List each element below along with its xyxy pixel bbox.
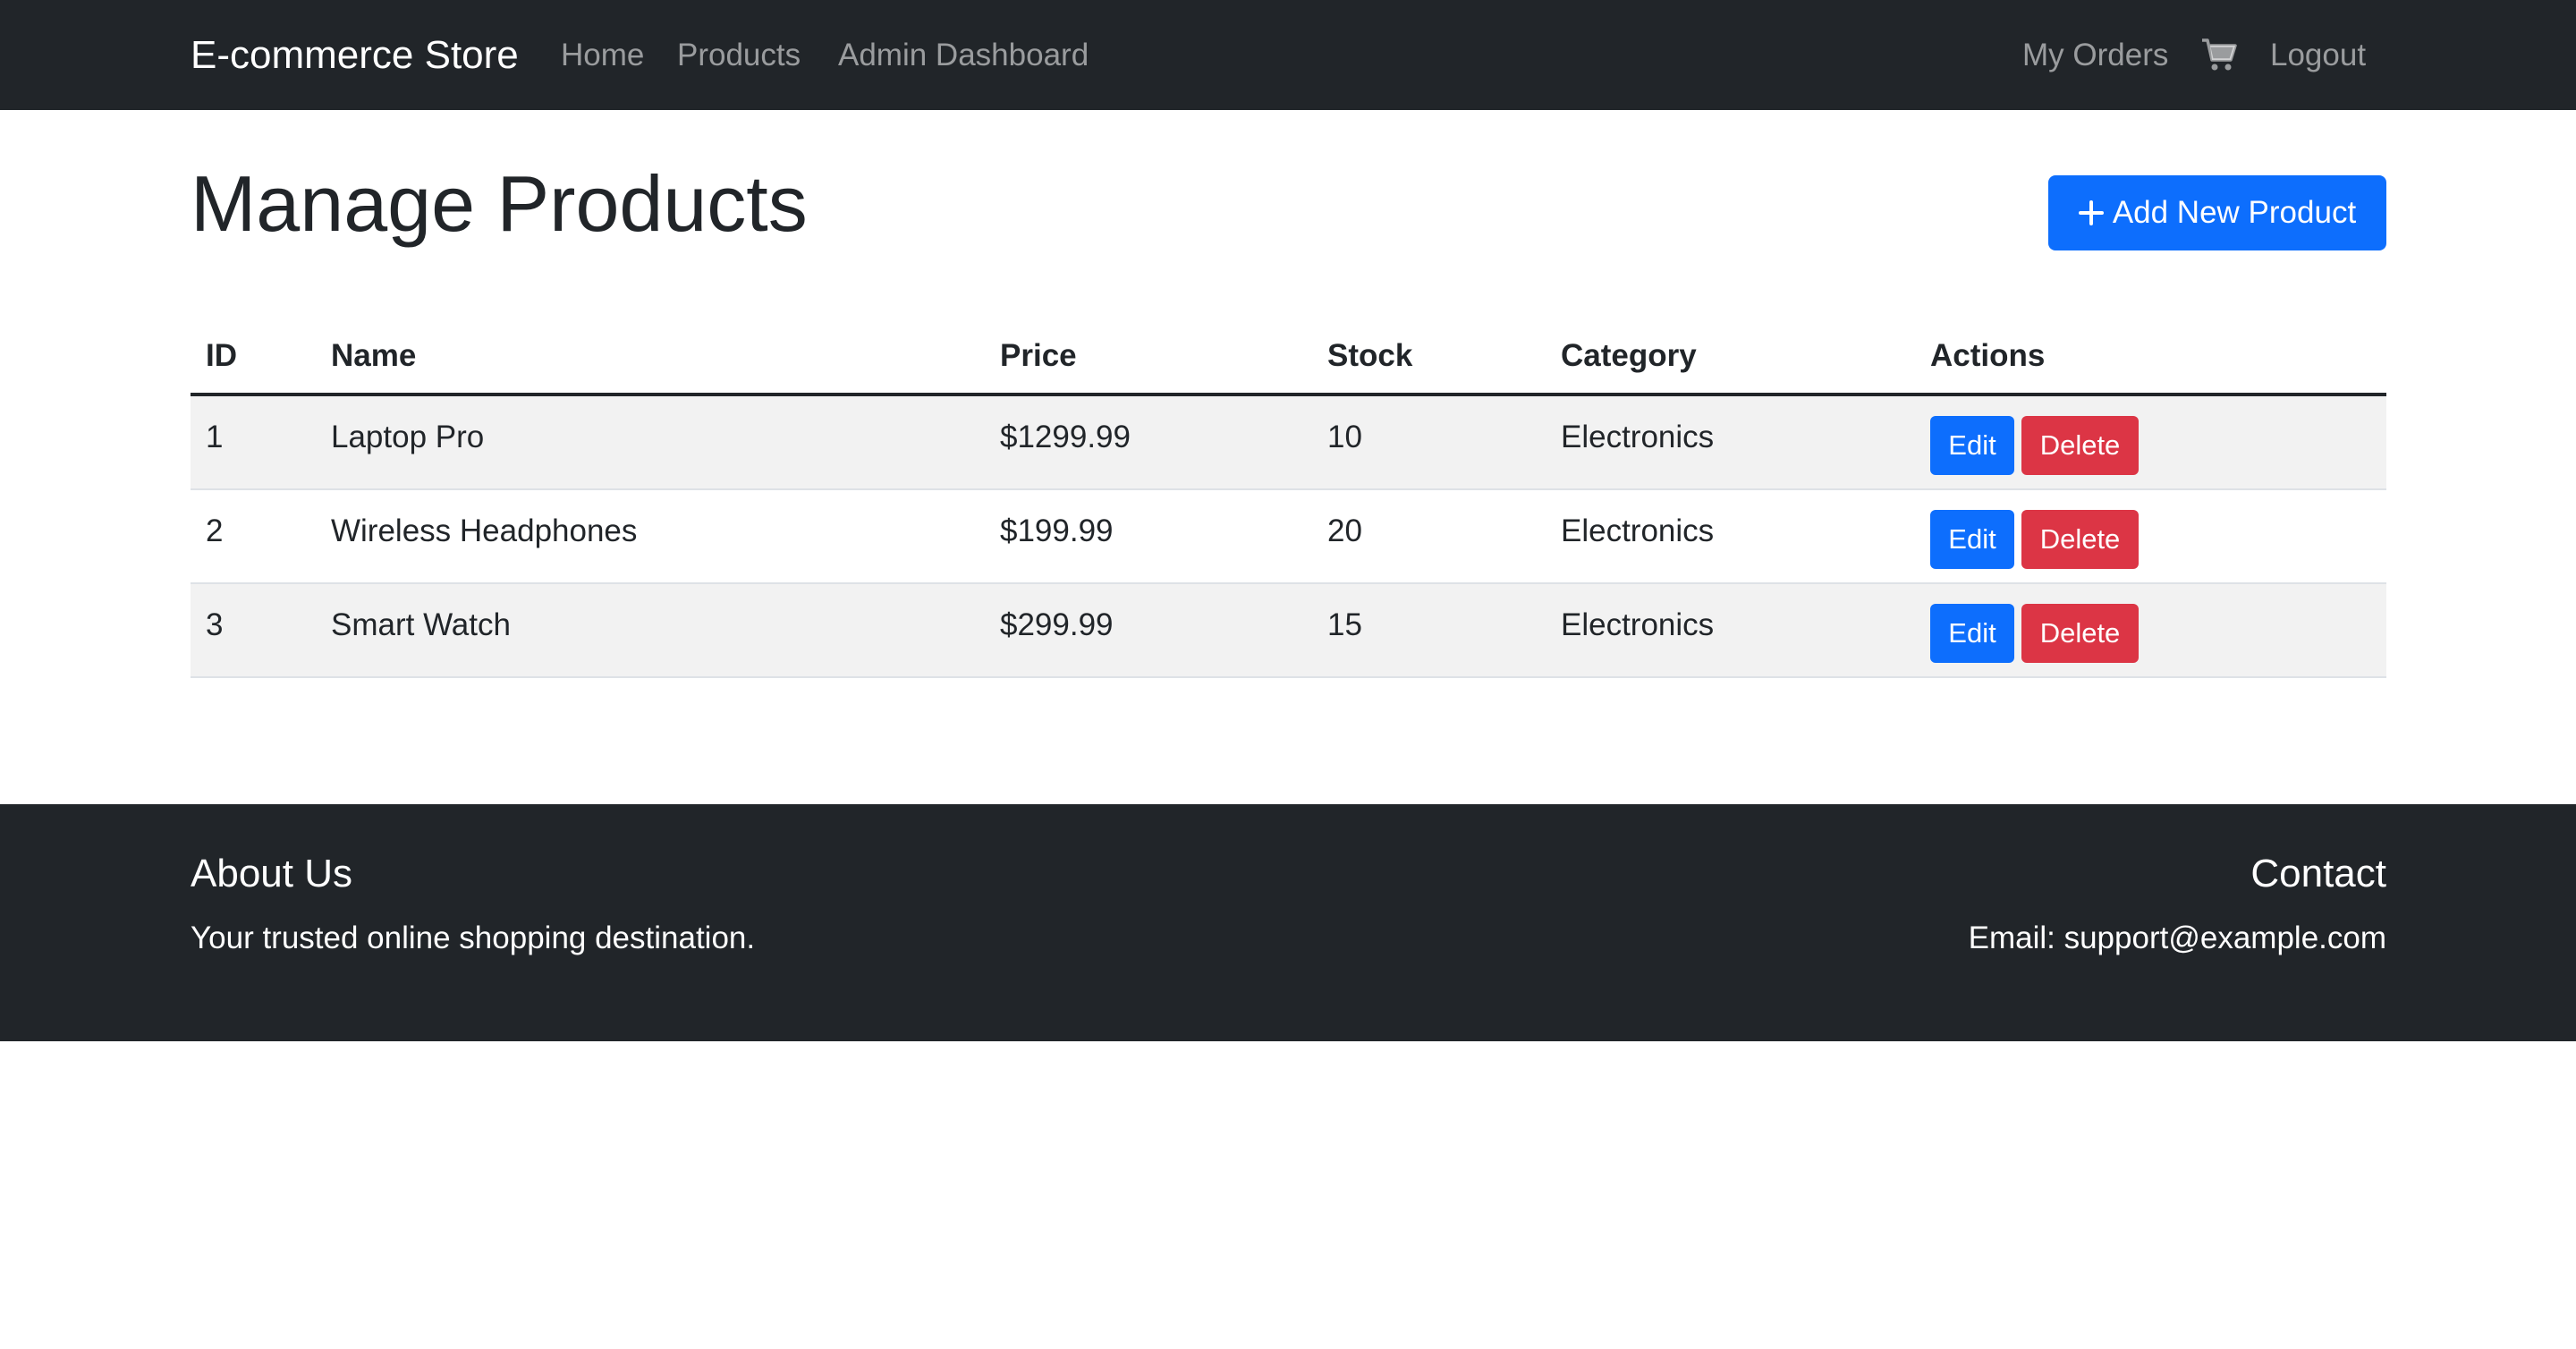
delete-button[interactable]: Delete <box>2021 510 2139 569</box>
add-new-product-label: Add New Product <box>2112 195 2357 230</box>
table-row: 3 Smart Watch $299.99 15 Electronics Edi… <box>191 584 2386 678</box>
header-category: Category <box>1561 338 1697 373</box>
nav-link-logout[interactable]: Logout <box>2270 34 2366 77</box>
cell-name: Laptop Pro <box>331 420 485 454</box>
delete-button[interactable]: Delete <box>2021 416 2139 475</box>
footer-about-title: About Us <box>191 852 352 895</box>
cell-stock: 10 <box>1327 420 1362 454</box>
navbar: E-commerce Store Home Products Admin Das… <box>0 0 2576 110</box>
cart-icon[interactable] <box>2200 37 2238 72</box>
header-stock: Stock <box>1327 338 1413 373</box>
products-table: ID Name Price Stock Category Actions 1 L… <box>191 322 2386 678</box>
nav-link-admin-dashboard[interactable]: Admin Dashboard <box>838 34 1089 77</box>
edit-button[interactable]: Edit <box>1930 604 2014 663</box>
header-name: Name <box>331 338 417 373</box>
cell-stock: 15 <box>1327 607 1362 642</box>
plus-icon <box>2078 200 2104 225</box>
add-new-product-button[interactable]: Add New Product <box>2048 175 2386 250</box>
cell-id: 3 <box>206 607 224 642</box>
cell-price: $1299.99 <box>1000 420 1131 454</box>
cell-price: $299.99 <box>1000 607 1114 642</box>
header-actions: Actions <box>1930 338 2046 373</box>
nav-link-my-orders[interactable]: My Orders <box>2022 34 2168 77</box>
edit-button[interactable]: Edit <box>1930 416 2014 475</box>
footer-about-text: Your trusted online shopping destination… <box>191 921 756 955</box>
nav-link-products[interactable]: Products <box>677 34 801 77</box>
cell-price: $199.99 <box>1000 513 1114 548</box>
table-header: ID Name Price Stock Category Actions <box>191 322 2386 396</box>
cell-category: Electronics <box>1561 420 1715 454</box>
cell-id: 1 <box>206 420 224 454</box>
cell-name: Wireless Headphones <box>331 513 638 548</box>
footer-contact-email: Email: support@example.com <box>1968 921 2386 955</box>
footer-contact-title: Contact <box>2250 852 2386 895</box>
delete-button[interactable]: Delete <box>2021 604 2139 663</box>
cell-category: Electronics <box>1561 513 1715 548</box>
table-row: 2 Wireless Headphones $199.99 20 Electro… <box>191 490 2386 584</box>
footer: About Us Your trusted online shopping de… <box>0 804 2576 1041</box>
cell-id: 2 <box>206 513 224 548</box>
edit-button[interactable]: Edit <box>1930 510 2014 569</box>
cell-category: Electronics <box>1561 607 1715 642</box>
page-title: Manage Products <box>191 159 808 248</box>
header-id: ID <box>206 338 237 373</box>
table-row: 1 Laptop Pro $1299.99 10 Electronics Edi… <box>191 396 2386 490</box>
nav-link-home[interactable]: Home <box>561 34 644 77</box>
brand-link[interactable]: E-commerce Store <box>191 30 519 81</box>
header-price: Price <box>1000 338 1077 373</box>
cell-name: Smart Watch <box>331 607 511 642</box>
cell-stock: 20 <box>1327 513 1362 548</box>
